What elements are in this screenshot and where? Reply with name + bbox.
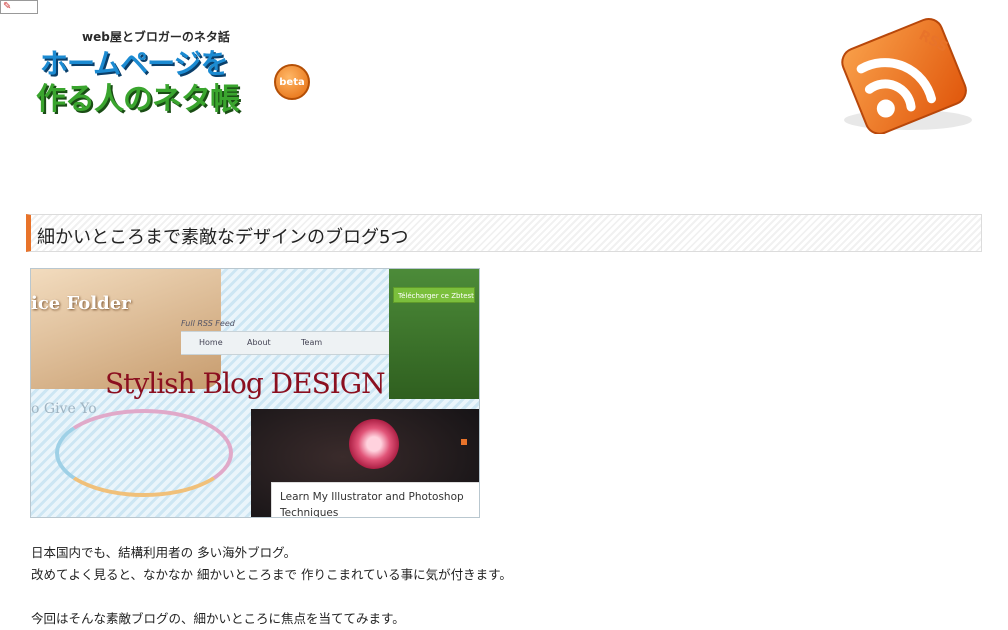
broken-image-icon: ✎ xyxy=(0,0,38,14)
rss-feed-icon[interactable]: RSS xyxy=(834,16,980,135)
hero-nav-home: Home xyxy=(199,338,223,347)
article-paragraph-2: 改めてよく見ると、なかなか 細かいところまで 作りこまれている事に気が付きます。 xyxy=(31,567,512,582)
hero-caption-box: Learn My Illustrator and Photoshop Techn… xyxy=(271,482,479,518)
hero-folder-text: ice Folder xyxy=(31,293,131,314)
hero-nav-about: About xyxy=(247,338,271,347)
hero-caption: Learn My Illustrator and Photoshop Techn… xyxy=(280,489,464,518)
article-paragraph-3: 今回はそんな素敵ブログの、細かいところに焦点を当ててみます。 xyxy=(31,611,405,626)
hero-download-bar: Télécharger ce Zbtest xyxy=(393,287,475,303)
article-title-bar: 細かいところまで素敵なデザインのブログ5つ xyxy=(26,214,982,252)
article-paragraph-1: 日本国内でも、結構利用者の 多い海外ブログ。 xyxy=(31,545,297,560)
hero-headline: Stylish Blog DESIGN xyxy=(105,367,386,400)
article-body: 日本国内でも、結構利用者の 多い海外ブログ。 改めてよく見ると、なかなか 細かい… xyxy=(31,542,981,630)
hero-green-panel: Télécharger ce Zbtest xyxy=(389,269,479,399)
site-logo[interactable]: web屋とブロガーのネタ話 ホームページを 作る人のネタ帳 beta xyxy=(36,28,326,128)
hero-caption-line-1: Learn My Illustrator and Photoshop xyxy=(280,491,464,503)
logo-beta-badge: beta xyxy=(274,64,310,100)
decorative-swirl xyxy=(55,409,233,497)
hero-rss-text: Full RSS Feed xyxy=(181,319,235,328)
hero-navbar: Home About Team xyxy=(181,331,419,355)
hero-ghost-text: o Give Yo xyxy=(31,401,97,417)
hero-nav-team: Team xyxy=(301,338,323,347)
article-hero-image: ice Folder Full RSS Feed Home About Team… xyxy=(30,268,480,518)
logo-line-2: 作る人のネタ帳 xyxy=(36,82,240,117)
article-title[interactable]: 細かいところまで素敵なデザインのブログ5つ xyxy=(37,223,408,249)
orange-marker xyxy=(461,439,467,445)
hero-caption-line-2: Techniques xyxy=(280,507,339,518)
flower-graphic xyxy=(349,419,399,469)
